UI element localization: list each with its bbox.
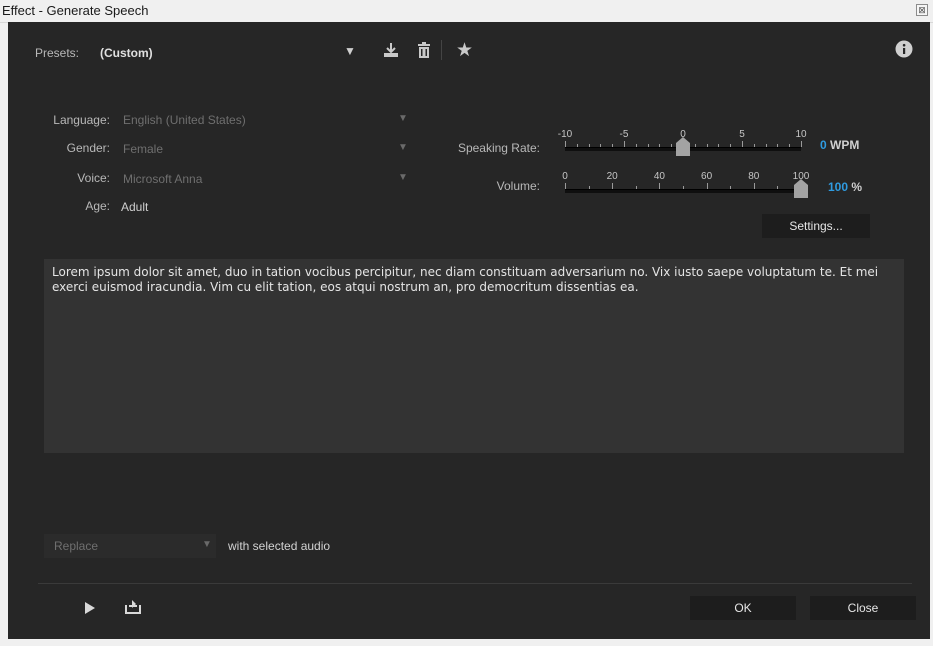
speaking-rate-major-tick	[565, 141, 566, 147]
voice-chevron-down-icon[interactable]: ▼	[398, 172, 408, 183]
speaking-rate-unit: WPM	[830, 138, 860, 152]
speaking-rate-readout[interactable]: 0 WPM	[820, 138, 859, 152]
window-titlebar: Effect - Generate Speech ⊠	[0, 0, 933, 23]
play-icon[interactable]	[84, 601, 96, 618]
gender-chevron-down-icon[interactable]: ▼	[398, 142, 408, 153]
volume-value[interactable]: 100	[828, 180, 848, 194]
volume-tick-label: 20	[606, 171, 618, 182]
volume-readout[interactable]: 100 %	[828, 180, 862, 194]
mode-suffix-label: with selected audio	[228, 539, 331, 553]
speaking-rate-minor-tick	[671, 144, 673, 147]
presets-label: Presets:	[35, 46, 80, 60]
generate-speech-dialog: Presets: (Custom) ▼ ★ Language: English …	[8, 22, 930, 639]
speaking-rate-tick-label: 5	[739, 129, 745, 140]
volume-minor-tick	[635, 186, 637, 189]
volume-label: Volume:	[496, 179, 540, 193]
speaking-rate-minor-tick	[647, 144, 649, 147]
volume-minor-tick	[777, 186, 779, 189]
volume-major-tick	[659, 183, 661, 189]
presets-chevron-down-icon[interactable]: ▼	[344, 44, 356, 58]
language-dropdown[interactable]: English (United States)	[123, 113, 246, 127]
volume-unit: %	[851, 180, 863, 194]
speaking-rate-label: Speaking Rate:	[457, 141, 540, 155]
volume-thumb[interactable]	[794, 179, 808, 198]
presets-dropdown[interactable]: (Custom)	[100, 46, 153, 60]
volume-tick-label: 0	[562, 171, 568, 182]
speaking-rate-minor-tick	[576, 144, 578, 147]
toolbar-divider	[441, 40, 442, 60]
footer-divider	[38, 583, 912, 584]
star-icon[interactable]: ★	[456, 39, 473, 62]
speaking-rate-major-tick	[742, 141, 743, 147]
loop-icon[interactable]	[124, 599, 142, 618]
speaking-rate-minor-tick	[588, 144, 590, 147]
trash-icon[interactable]	[416, 41, 432, 63]
settings-button[interactable]: Settings...	[762, 214, 870, 238]
volume-major-tick	[565, 183, 566, 189]
close-button[interactable]: Close	[810, 596, 916, 620]
speaking-rate-minor-tick	[765, 144, 767, 147]
save-preset-icon[interactable]	[382, 41, 400, 63]
volume-tick-label: 80	[748, 171, 760, 182]
speaking-rate-minor-tick	[777, 144, 779, 147]
volume-major-tick	[753, 183, 755, 189]
speech-text-area[interactable]: Lorem ipsum dolor sit amet, duo in tatio…	[44, 259, 904, 453]
ok-button[interactable]: OK	[690, 596, 796, 620]
window-close-button[interactable]: ⊠	[916, 4, 928, 16]
gender-label: Gender:	[66, 141, 110, 155]
speaking-rate-value[interactable]: 0	[820, 138, 827, 152]
age-value: Adult	[121, 200, 149, 214]
volume-slider[interactable]: 0 20 40 60 80 100	[562, 171, 809, 201]
language-chevron-down-icon[interactable]: ▼	[398, 113, 408, 124]
speaking-rate-minor-tick	[600, 144, 602, 147]
voice-label: Voice:	[77, 171, 110, 185]
speaking-rate-thumb[interactable]	[676, 137, 690, 156]
volume-minor-tick	[588, 186, 590, 189]
speaking-rate-minor-tick	[694, 144, 696, 147]
volume-minor-tick	[683, 186, 684, 189]
mode-dropdown[interactable]: Replace ▼	[44, 534, 216, 558]
voice-dropdown[interactable]: Microsoft Anna	[123, 172, 202, 186]
speaking-rate-tick-label: -5	[619, 129, 629, 140]
speaking-rate-major-tick	[801, 141, 802, 147]
speaking-rate-tick-label: 10	[795, 129, 807, 140]
info-icon[interactable]	[895, 40, 913, 62]
volume-major-tick	[706, 183, 708, 189]
speaking-rate-minor-tick	[789, 144, 791, 147]
speaking-rate-minor-tick	[706, 144, 708, 147]
speaking-rate-minor-tick	[730, 144, 732, 147]
volume-tick-label: 60	[701, 171, 713, 182]
mode-chevron-down-icon[interactable]: ▼	[202, 539, 212, 550]
speaking-rate-major-tick	[624, 141, 625, 147]
volume-minor-tick	[730, 186, 732, 189]
volume-tick-label: 40	[653, 171, 665, 182]
language-label: Language:	[53, 113, 110, 127]
speaking-rate-slider[interactable]: -10 -5 0 5 10	[558, 129, 809, 159]
speaking-rate-minor-tick	[718, 144, 720, 147]
speaking-rate-tick-label: -10	[557, 129, 573, 140]
window-title: Effect - Generate Speech	[2, 3, 149, 18]
mode-dropdown-value[interactable]: Replace	[54, 539, 98, 553]
speaking-rate-minor-tick	[612, 144, 614, 147]
volume-track[interactable]	[565, 189, 801, 193]
volume-major-tick	[612, 183, 614, 189]
age-label: Age:	[85, 199, 110, 213]
gender-dropdown[interactable]: Female	[123, 142, 163, 156]
speaking-rate-minor-tick	[635, 144, 637, 147]
speaking-rate-minor-tick	[659, 144, 661, 147]
speaking-rate-minor-tick	[753, 144, 755, 147]
